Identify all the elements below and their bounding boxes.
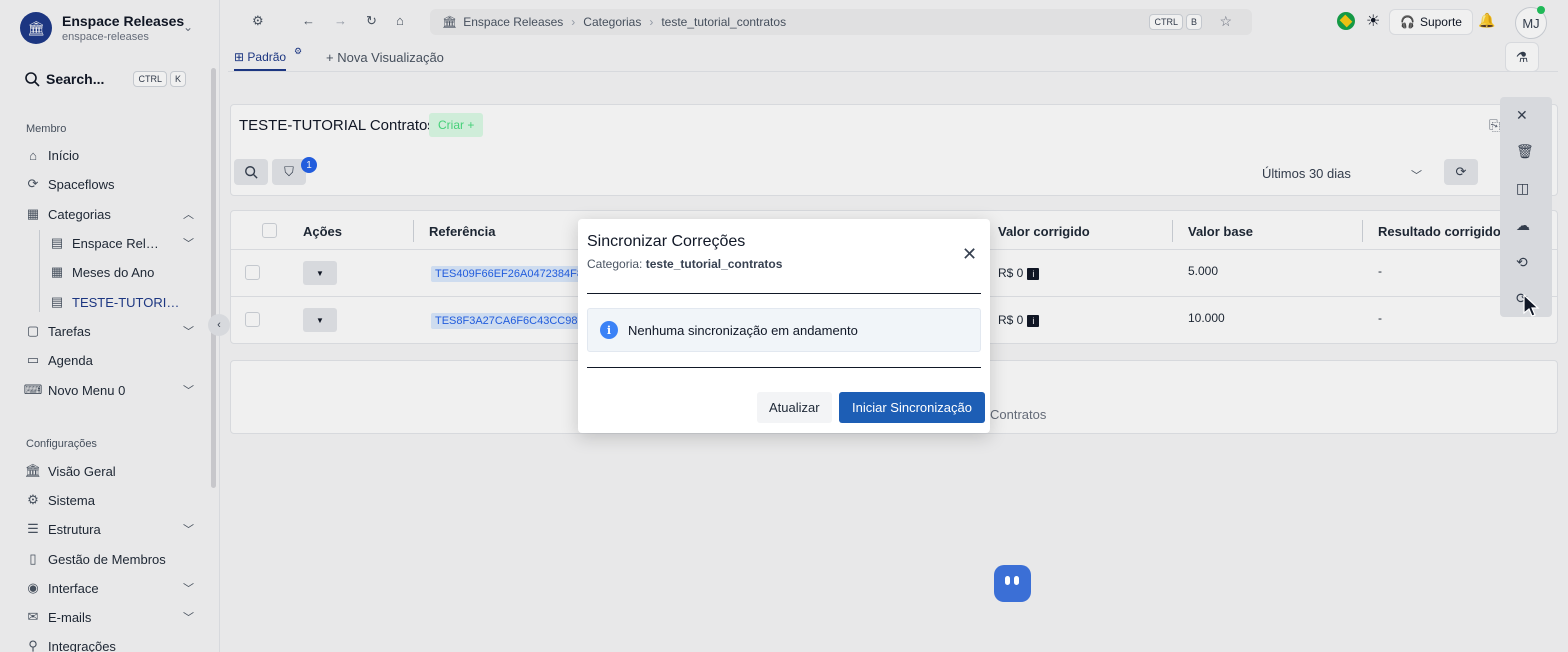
refresh-button[interactable]: Atualizar [757, 392, 832, 423]
dialog-title: Sincronizar Correções [587, 233, 746, 250]
category-value: teste_tutorial_contratos [645, 257, 783, 271]
close-icon[interactable]: ✕ [962, 245, 977, 263]
sync-corrections-dialog: Sincronizar Correções Categoria: teste_t… [578, 219, 990, 433]
alert-text: Nenhuma sincronização em andamento [628, 322, 858, 338]
dialog-subtitle: Categoria: teste_tutorial_contratos [587, 257, 782, 271]
mouse-cursor-icon [1523, 294, 1540, 317]
category-label: Categoria: [587, 257, 643, 271]
start-sync-button[interactable]: Iniciar Sincronização [839, 392, 985, 423]
info-icon: i [600, 321, 618, 339]
sync-status-alert: i Nenhuma sincronização em andamento [587, 308, 981, 352]
divider [587, 367, 981, 368]
chat-bot-icon[interactable] [994, 565, 1031, 602]
divider [587, 293, 981, 294]
